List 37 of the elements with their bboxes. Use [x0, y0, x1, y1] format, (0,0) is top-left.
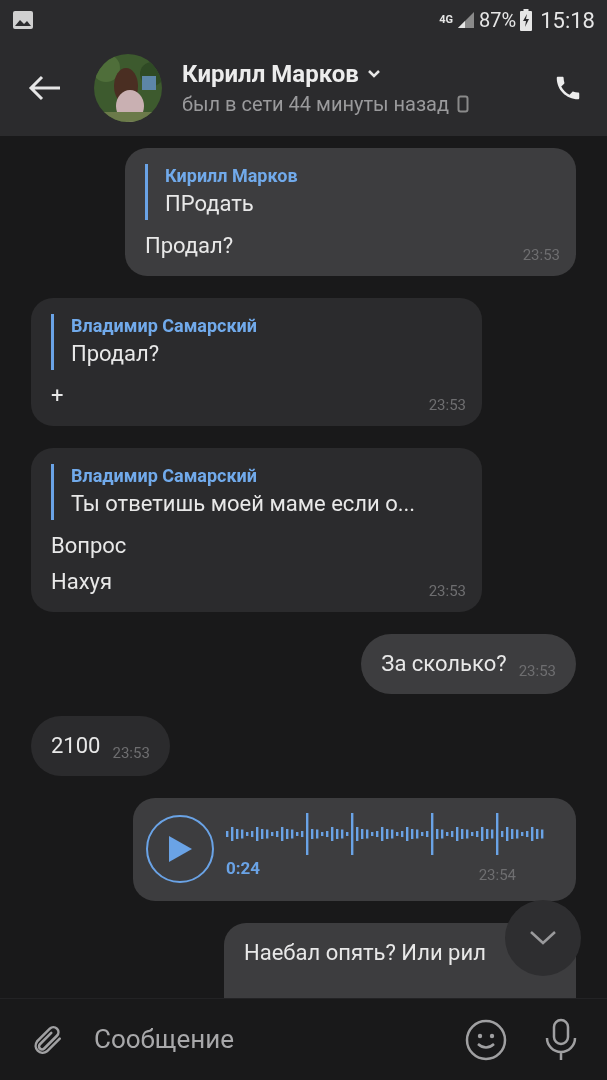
emoji-icon[interactable] — [465, 1018, 507, 1061]
back-icon[interactable] — [28, 74, 62, 102]
phone-device-icon — [457, 95, 470, 113]
signal-icon — [457, 11, 476, 29]
image-icon — [12, 10, 34, 30]
message-text: Продал? — [145, 232, 234, 260]
message-bubble[interactable]: 2100 23:53 — [31, 716, 170, 776]
quote-author: Владимир Самарский — [71, 314, 258, 338]
quote-text: Продал? — [71, 340, 161, 368]
message-text: Нахуя — [51, 568, 114, 596]
message-time: 23:53 — [112, 742, 150, 764]
microphone-icon[interactable] — [543, 1017, 579, 1062]
play-icon — [167, 835, 193, 864]
message-bubble[interactable]: Владимир Самарский Продал? + 23:53 — [31, 298, 482, 426]
message-time: 23:53 — [428, 394, 466, 416]
quote-text: ПРодать — [165, 190, 255, 218]
message-text: Вопрос — [51, 532, 127, 560]
play-button[interactable] — [146, 815, 214, 884]
last-seen: был в сети 44 минуты назад — [182, 91, 450, 118]
network-type: 4G — [439, 11, 454, 28]
quote-author: Кирилл Марков — [165, 164, 299, 188]
message-text: Наебал опять? Или рил — [244, 939, 486, 965]
chevron-down-icon — [529, 930, 557, 946]
clock: 15:18 — [540, 6, 595, 35]
battery-icon — [520, 9, 533, 31]
battery-level: 87% — [479, 7, 517, 34]
chevron-down-icon[interactable] — [366, 69, 381, 79]
voice-duration: 0:24 — [226, 857, 261, 880]
message-bubble[interactable]: Владимир Самарский Ты ответишь моей маме если о... Вопрос Нахуя 23:53 — [31, 448, 482, 612]
message-text: + — [51, 382, 64, 410]
message-field[interactable]: Сообщение — [94, 1020, 465, 1059]
quote-text: Ты ответишь моей маме если о... — [71, 490, 417, 518]
contact-name[interactable]: Кирилл Марков — [182, 58, 359, 90]
message-text: 2100 — [51, 732, 101, 760]
message-text: За сколько? — [381, 650, 507, 678]
message-time: 23:53 — [428, 580, 466, 602]
quote-author: Владимир Самарский — [71, 464, 258, 488]
